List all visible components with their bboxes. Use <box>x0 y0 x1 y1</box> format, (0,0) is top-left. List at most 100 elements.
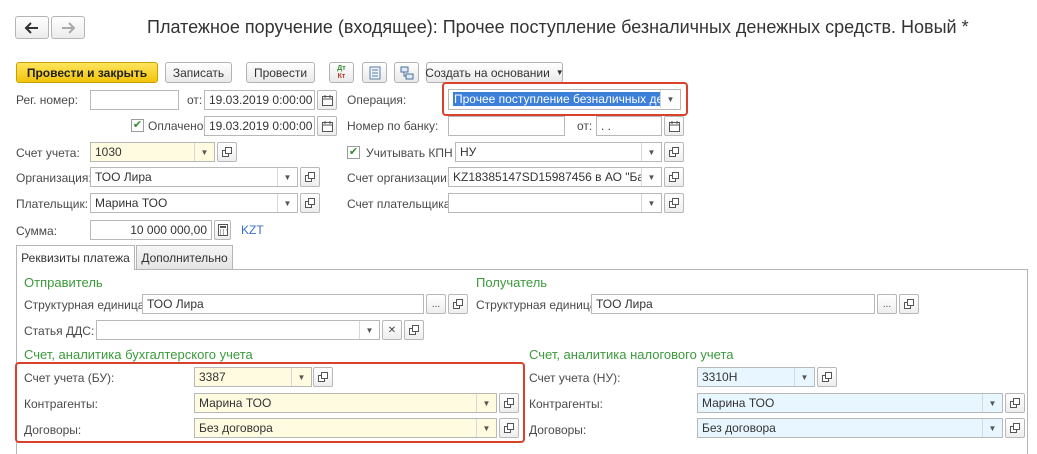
org-account-label: Счет организации: <box>347 171 451 185</box>
org-account-select[interactable]: KZ18385147SD15987456 в АО "Банк ▼ <box>448 167 662 187</box>
chevron-down-icon[interactable]: ▼ <box>982 394 1002 412</box>
sender-unit-input[interactable]: ТОО Лира <box>142 294 424 314</box>
sender-unit-label: Структурная единица: <box>24 298 148 312</box>
close-icon: ✕ <box>387 324 397 336</box>
open-icon <box>1010 423 1020 433</box>
currency-link[interactable]: KZT <box>241 223 264 237</box>
bank-date-input[interactable]: . . <box>596 116 662 136</box>
open-icon <box>822 372 832 382</box>
kpn-select[interactable]: НУ ▼ <box>455 142 662 162</box>
tab-payment-details[interactable]: Реквизиты платежа <box>16 245 135 270</box>
tab-additional[interactable]: Дополнительно <box>136 245 233 269</box>
receiver-title: Получатель <box>476 275 548 290</box>
payer-account-label: Счет плательщика: <box>347 197 454 211</box>
nu-account-select[interactable]: 3310Н ▼ <box>697 367 815 387</box>
open-icon <box>453 299 463 309</box>
reg-number-label: Рег. номер: <box>16 93 78 107</box>
sum-label: Сумма: <box>16 224 58 238</box>
chevron-down-icon[interactable]: ▼ <box>982 419 1002 437</box>
paid-date-input[interactable]: 19.03.2019 0:00:00 <box>204 116 315 136</box>
ellipsis-icon: ... <box>882 298 892 310</box>
nu-contracts-select[interactable]: Без договора ▼ <box>697 418 1003 438</box>
nu-contractors-value: Марина ТОО <box>702 396 775 410</box>
chevron-down-icon[interactable]: ▼ <box>277 168 297 186</box>
calculator-icon <box>217 224 228 236</box>
nu-title: Счет, аналитика налогового учета <box>529 347 734 362</box>
forward-button[interactable] <box>51 16 85 39</box>
payer-account-select[interactable]: ▼ <box>448 193 662 213</box>
chevron-down-icon[interactable]: ▼ <box>641 194 661 212</box>
calculator-button[interactable] <box>214 220 231 240</box>
account-label: Счет учета: <box>16 146 80 160</box>
dds-open-button[interactable] <box>404 320 424 340</box>
nu-account-value: 3310Н <box>702 370 738 384</box>
kpn-open-button[interactable] <box>664 142 684 162</box>
bu-title: Счет, аналитика бухгалтерского учета <box>24 347 253 362</box>
paid-calendar-button[interactable] <box>317 116 337 136</box>
save-button[interactable]: Записать <box>165 62 232 83</box>
nu-account-label: Счет учета (НУ): <box>529 371 621 385</box>
receiver-unit-input[interactable]: ТОО Лира <box>591 294 875 314</box>
nu-contracts-value: Без договора <box>702 421 776 435</box>
nu-contractors-select[interactable]: Марина ТОО ▼ <box>697 393 1003 413</box>
bank-number-label: Номер по банку: <box>347 119 439 133</box>
kpn-label: Учитывать КПН <box>366 146 453 160</box>
reg-number-input[interactable] <box>90 90 179 110</box>
chevron-down-icon[interactable]: ▼ <box>641 168 661 186</box>
payer-account-open-button[interactable] <box>664 193 684 213</box>
open-icon <box>409 325 419 335</box>
report-button[interactable] <box>362 62 387 83</box>
structure-icon <box>400 66 413 79</box>
org-account-open-button[interactable] <box>664 167 684 187</box>
window-title: Платежное поручение (входящее): Прочее п… <box>147 17 969 37</box>
org-select[interactable]: ТОО Лира ▼ <box>90 167 298 187</box>
open-icon <box>669 147 679 157</box>
date-input[interactable]: 19.03.2019 0:00:00 <box>204 90 315 110</box>
open-icon <box>305 172 315 182</box>
account-open-button[interactable] <box>217 142 237 162</box>
paid-checkbox[interactable]: ✔ <box>131 119 144 132</box>
date-from-label: от: <box>187 93 203 107</box>
open-icon <box>1010 398 1020 408</box>
bank-number-input[interactable] <box>448 116 565 136</box>
payer-select[interactable]: Марина ТОО ▼ <box>90 193 298 213</box>
create-based-on-button[interactable]: Создать на основании ▼ <box>425 62 564 83</box>
check-icon: ✔ <box>348 146 359 158</box>
account-select[interactable]: 1030 ▼ <box>90 142 215 162</box>
payer-label: Плательщик: <box>16 197 89 211</box>
calendar-icon <box>668 120 680 132</box>
chevron-down-icon[interactable]: ▼ <box>194 143 214 161</box>
dt-kt-icon: Дт <box>337 64 346 72</box>
account-value: 1030 <box>95 145 122 159</box>
calendar-button[interactable] <box>317 90 337 110</box>
dds-clear-button[interactable]: ✕ <box>382 320 402 340</box>
receiver-unit-select-button[interactable]: ... <box>877 294 897 314</box>
post-button[interactable]: Провести <box>246 62 315 83</box>
nu-contracts-open-button[interactable] <box>1005 418 1025 438</box>
arrow-left-icon <box>24 21 38 34</box>
payer-open-button[interactable] <box>300 193 320 213</box>
back-button[interactable] <box>15 16 49 39</box>
post-and-close-button[interactable]: Провести и закрыть <box>16 62 158 83</box>
chevron-down-icon[interactable]: ▼ <box>641 143 661 161</box>
chevron-down-icon[interactable]: ▼ <box>277 194 297 212</box>
structure-button[interactable] <box>394 62 419 83</box>
sender-title: Отправитель <box>24 275 103 290</box>
chevron-down-icon[interactable]: ▼ <box>359 321 379 339</box>
dds-select[interactable]: ▼ <box>96 320 380 340</box>
bank-calendar-button[interactable] <box>664 116 684 136</box>
dt-kt-button[interactable]: Дт Кт <box>329 62 354 83</box>
nu-account-open-button[interactable] <box>817 367 837 387</box>
kpn-checkbox[interactable]: ✔ <box>347 146 360 159</box>
sender-unit-open-button[interactable] <box>448 294 468 314</box>
nu-contractors-open-button[interactable] <box>1005 393 1025 413</box>
receiver-unit-open-button[interactable] <box>899 294 919 314</box>
chevron-down-icon[interactable]: ▼ <box>794 368 814 386</box>
sum-input[interactable]: 10 000 000,00 <box>90 220 212 240</box>
sender-unit-select-button[interactable]: ... <box>426 294 446 314</box>
org-open-button[interactable] <box>300 167 320 187</box>
operation-label: Операция: <box>347 93 407 107</box>
nu-contracts-label: Договоры: <box>529 423 587 437</box>
payer-value: Марина ТОО <box>95 196 168 210</box>
open-icon <box>222 147 232 157</box>
